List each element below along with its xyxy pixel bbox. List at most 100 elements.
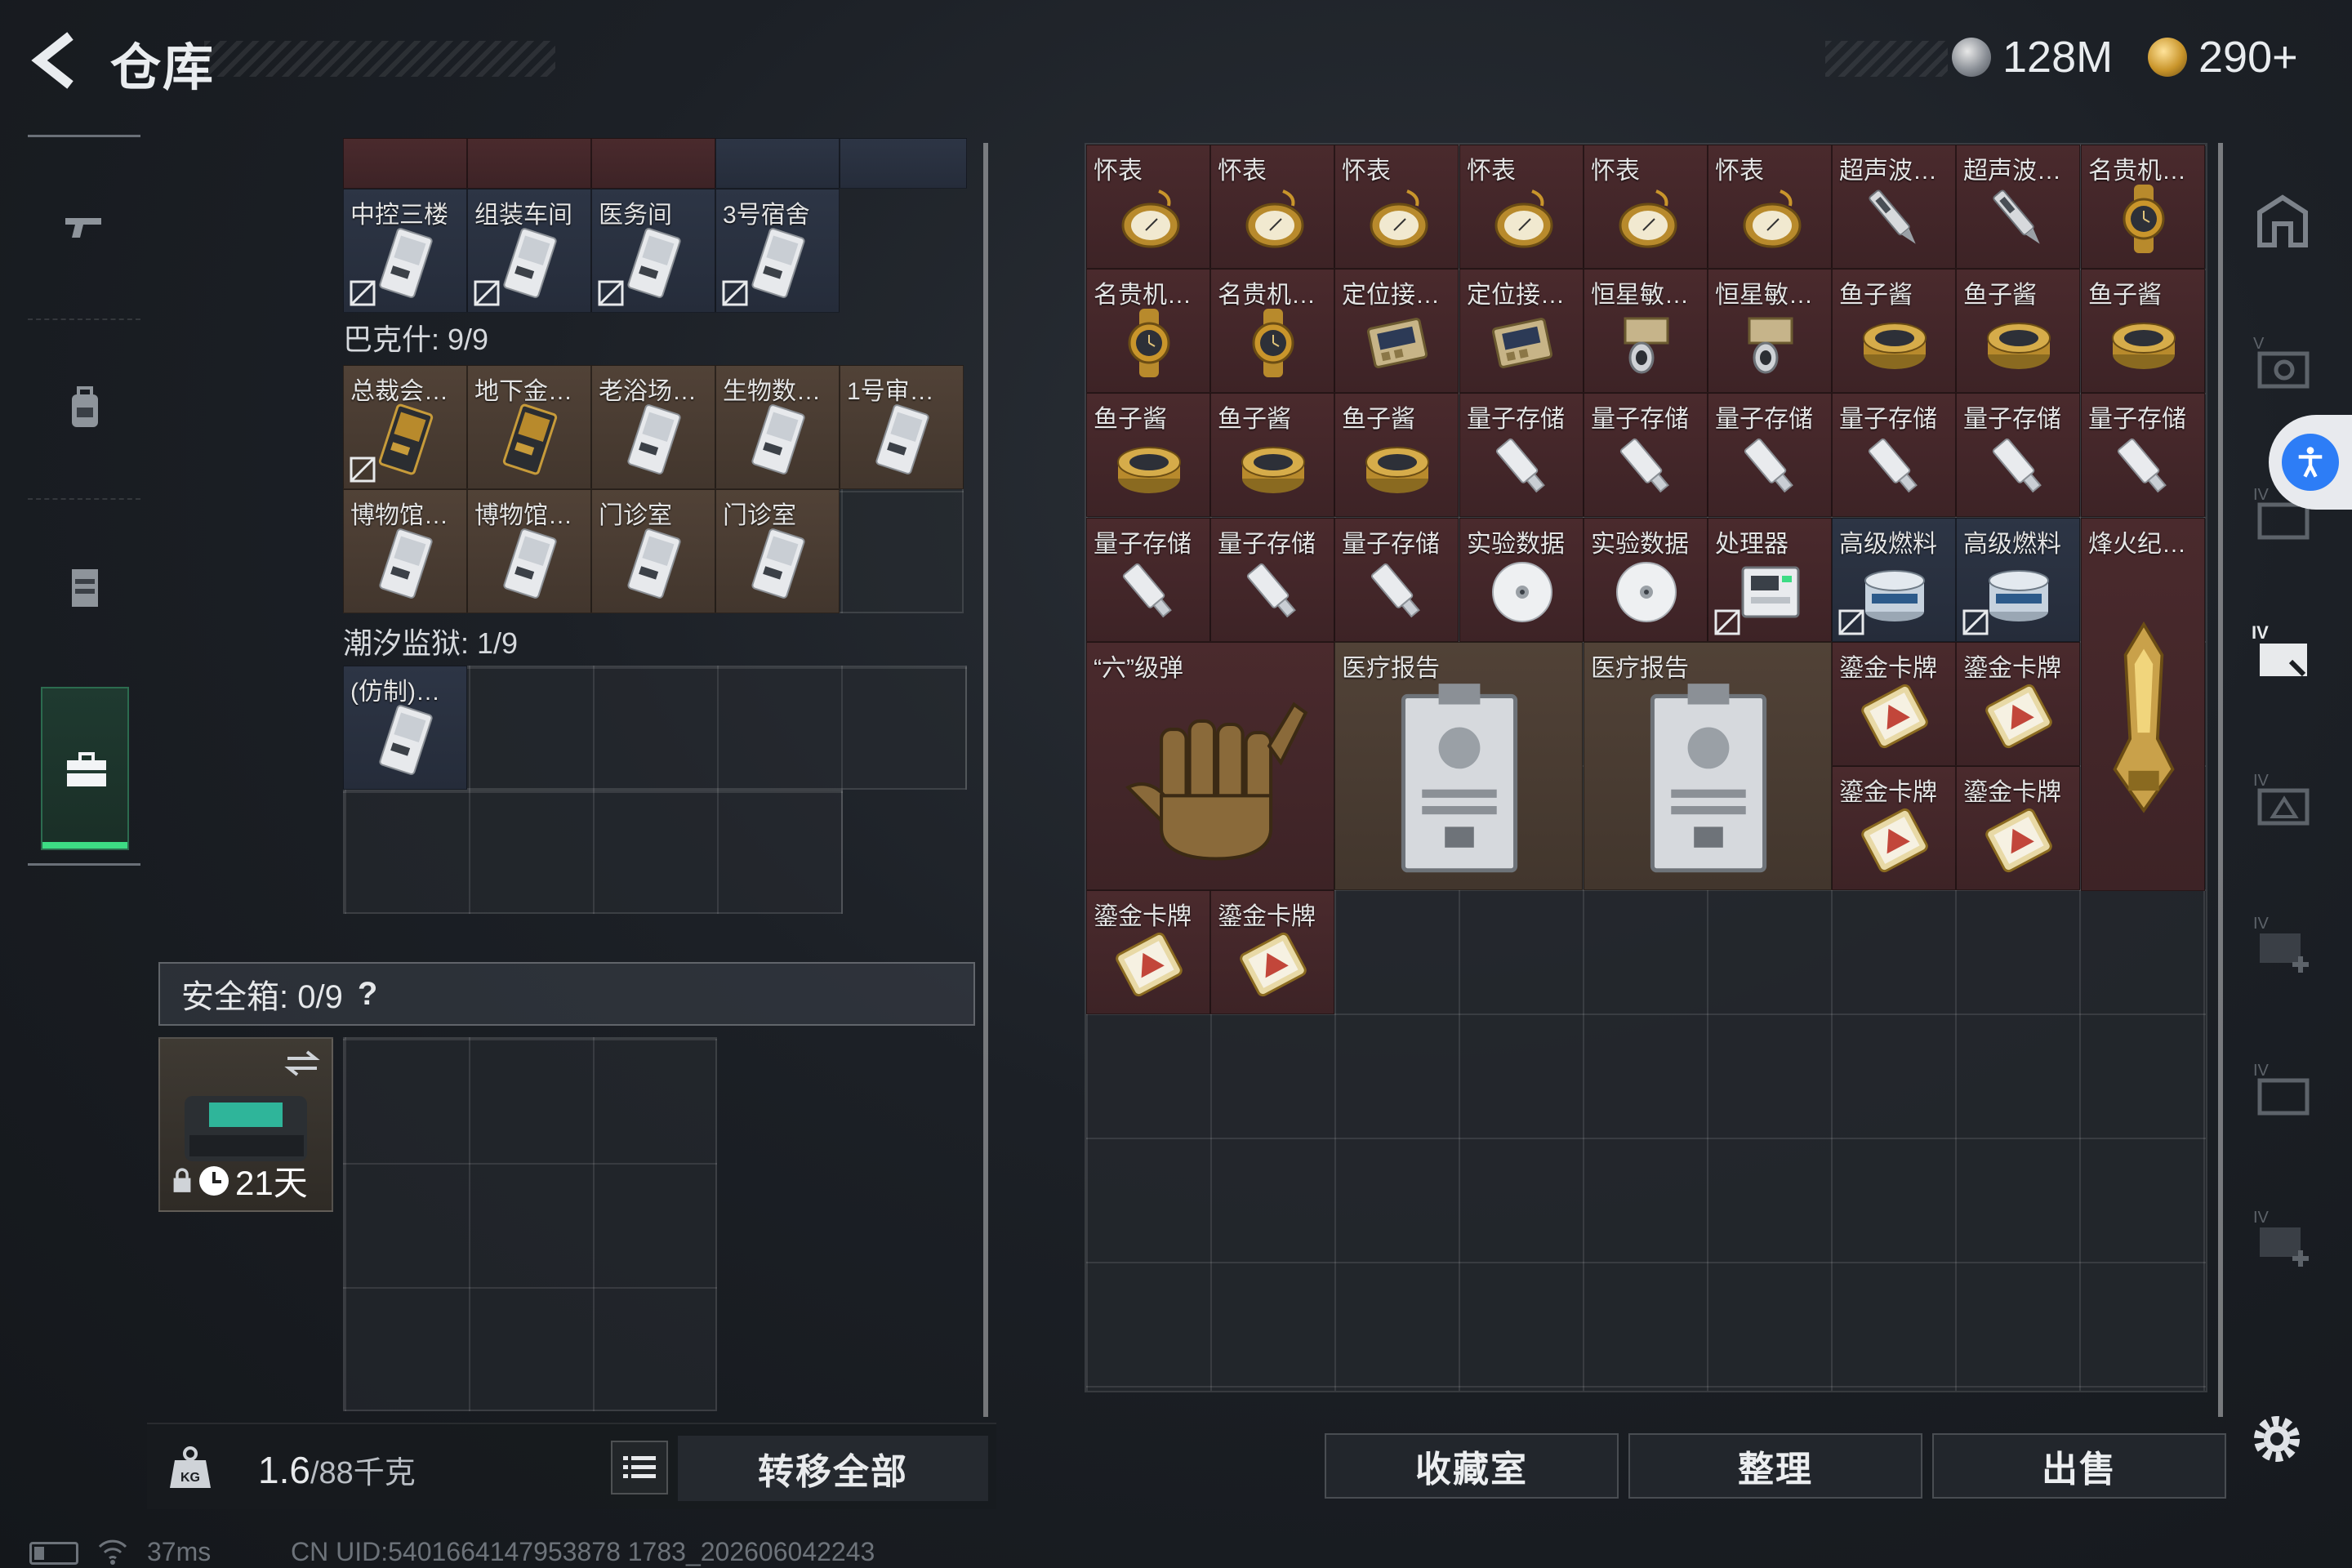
keycard-slot[interactable]: 1号审… bbox=[840, 365, 964, 489]
stash-item[interactable]: 高级燃料 bbox=[1832, 518, 1956, 642]
currency-gold[interactable]: 290+ bbox=[2148, 31, 2298, 83]
stash-item[interactable]: 高级燃料 bbox=[1956, 518, 2080, 642]
stash-item[interactable]: 定位接… bbox=[1459, 269, 1584, 393]
stash-item[interactable]: 恒星敏… bbox=[1708, 269, 1832, 393]
stash-item-large[interactable]: 医疗报告 bbox=[1334, 642, 1583, 890]
stash-item[interactable]: 怀表 bbox=[1334, 145, 1459, 269]
keycard-slot[interactable]: 生物数… bbox=[715, 365, 840, 489]
keycard-slot[interactable]: 组装车间 bbox=[467, 189, 591, 313]
stash-item-large[interactable]: 医疗报告 bbox=[1584, 642, 1832, 890]
swap-icon[interactable] bbox=[283, 1047, 322, 1080]
right-scrollbar[interactable] bbox=[2218, 143, 2223, 1417]
stash-item[interactable]: 鎏金卡牌 bbox=[1210, 890, 1334, 1014]
stash-item[interactable]: 量子存储 bbox=[1956, 393, 2080, 517]
stash-tab-4d[interactable]: IV bbox=[2238, 1045, 2328, 1135]
transfer-all-button[interactable]: 转移全部 bbox=[678, 1436, 988, 1501]
medical-icon bbox=[1352, 675, 1567, 883]
item-slot[interactable] bbox=[343, 138, 467, 189]
quantum-icon bbox=[1236, 555, 1311, 630]
stash-item[interactable]: 超声波… bbox=[1832, 145, 1956, 269]
stash-item[interactable]: 鱼子酱 bbox=[1086, 393, 1210, 517]
stash-item[interactable]: 鎏金卡牌 bbox=[1956, 642, 2080, 766]
scroll-thumb[interactable] bbox=[983, 143, 988, 1417]
collection-room-button[interactable]: 收藏室 bbox=[1325, 1433, 1619, 1499]
item-slot[interactable] bbox=[591, 138, 715, 189]
stash-item[interactable]: 量子存储 bbox=[1832, 393, 1956, 517]
keycard-slot[interactable]: 中控三楼 bbox=[343, 189, 467, 313]
scroll-thumb[interactable] bbox=[2218, 143, 2223, 1417]
add-stash-tab-1[interactable]: IV bbox=[2238, 898, 2328, 988]
stash-item[interactable]: 超声波… bbox=[1956, 145, 2080, 269]
stash-item[interactable]: 量子存储 bbox=[1459, 393, 1584, 517]
nav-backpack[interactable] bbox=[41, 363, 129, 452]
stash-item[interactable]: 鱼子酱 bbox=[1832, 269, 1956, 393]
keycard-slot[interactable]: 总裁会… bbox=[343, 365, 467, 489]
stash-item[interactable]: 烽火纪… bbox=[2081, 518, 2205, 891]
keycard-slot[interactable]: 地下金… bbox=[467, 365, 591, 489]
fuel-icon bbox=[1981, 555, 2056, 630]
stash-item[interactable]: 量子存储 bbox=[1086, 518, 1210, 642]
nav-weapons[interactable] bbox=[41, 182, 129, 270]
keycard-slot[interactable]: (仿制)… bbox=[343, 666, 467, 790]
keycard-slot[interactable]: 博物馆… bbox=[467, 489, 591, 613]
stash-item[interactable]: 怀表 bbox=[1210, 145, 1334, 269]
help-button[interactable]: ? bbox=[358, 976, 377, 1013]
stash-page-icon: V bbox=[2253, 335, 2310, 389]
nav-case-active[interactable] bbox=[41, 687, 129, 850]
item-slot[interactable] bbox=[467, 138, 591, 189]
stash-item[interactable]: 处理器 bbox=[1708, 518, 1832, 642]
stash-tab-4c[interactable]: IV bbox=[2238, 755, 2328, 845]
stash-item[interactable]: 恒星敏… bbox=[1584, 269, 1708, 393]
stash-item[interactable]: 鎏金卡牌 bbox=[1086, 890, 1210, 1014]
safebox-item[interactable]: 21天 bbox=[158, 1037, 333, 1212]
stash-item[interactable]: 怀表 bbox=[1708, 145, 1832, 269]
stash-item[interactable]: 怀表 bbox=[1086, 145, 1210, 269]
nav-vest[interactable] bbox=[41, 543, 129, 631]
stash-item[interactable]: 鱼子酱 bbox=[2081, 269, 2205, 393]
back-button[interactable] bbox=[24, 29, 90, 91]
stash-item[interactable]: 鎏金卡牌 bbox=[1956, 766, 2080, 890]
quantum-icon bbox=[1733, 430, 1808, 505]
left-scrollbar[interactable] bbox=[983, 143, 988, 1417]
add-stash-tab-2[interactable]: IV bbox=[2238, 1192, 2328, 1282]
sort-button[interactable]: 整理 bbox=[1628, 1433, 1922, 1499]
keycard-slot[interactable]: 门诊室 bbox=[591, 489, 715, 613]
stash-item[interactable]: 量子存储 bbox=[1708, 393, 1832, 517]
stash-item[interactable]: 鱼子酱 bbox=[1956, 269, 2080, 393]
stash-tab-5[interactable]: V bbox=[2238, 318, 2328, 408]
stash-item[interactable]: 名贵机… bbox=[1210, 269, 1334, 393]
keycard-slot[interactable]: 老浴场… bbox=[591, 365, 715, 489]
list-view-button[interactable] bbox=[611, 1441, 668, 1494]
stash-item[interactable]: 名贵机… bbox=[2081, 145, 2205, 269]
stash-item[interactable]: 鎏金卡牌 bbox=[1832, 642, 1956, 766]
keycard-slot[interactable]: 博物馆… bbox=[343, 489, 467, 613]
nav-divider bbox=[28, 863, 140, 866]
keycard-slot[interactable]: 门诊室 bbox=[715, 489, 840, 613]
stash-item[interactable]: 实验数据 bbox=[1459, 518, 1584, 642]
stash-item-large[interactable]: “六”级弹 bbox=[1086, 642, 1334, 890]
ultrasonic-icon bbox=[1857, 181, 1932, 256]
weight-readout: 1.6/88千克 bbox=[258, 1447, 416, 1492]
locator-icon bbox=[1485, 305, 1560, 381]
stash-tab[interactable] bbox=[2238, 176, 2328, 265]
safebox-days-value: 21天 bbox=[235, 1164, 308, 1202]
settings-gear-icon[interactable] bbox=[2244, 1406, 2310, 1472]
item-slot[interactable] bbox=[840, 138, 967, 189]
stash-item[interactable]: 定位接… bbox=[1334, 269, 1459, 393]
stash-item[interactable]: 怀表 bbox=[1584, 145, 1708, 269]
item-slot[interactable] bbox=[715, 138, 840, 189]
keycard-slot[interactable]: 医务间 bbox=[591, 189, 715, 313]
stash-item[interactable]: 量子存储 bbox=[1210, 518, 1334, 642]
stash-item[interactable]: 实验数据 bbox=[1584, 518, 1708, 642]
stash-item[interactable]: 量子存储 bbox=[1334, 518, 1459, 642]
stash-item[interactable]: 名贵机… bbox=[1086, 269, 1210, 393]
stash-item[interactable]: 量子存储 bbox=[2081, 393, 2205, 517]
stash-tab-4b-active[interactable]: IV bbox=[2238, 608, 2328, 698]
stash-item[interactable]: 鎏金卡牌 bbox=[1832, 766, 1956, 890]
keycard-slot[interactable]: 3号宿舍 bbox=[715, 189, 840, 313]
stash-item[interactable]: 鱼子酱 bbox=[1334, 393, 1459, 517]
stash-item[interactable]: 怀表 bbox=[1459, 145, 1584, 269]
stash-item[interactable]: 量子存储 bbox=[1584, 393, 1708, 517]
sell-button[interactable]: 出售 bbox=[1932, 1433, 2226, 1499]
stash-item[interactable]: 鱼子酱 bbox=[1210, 393, 1334, 517]
